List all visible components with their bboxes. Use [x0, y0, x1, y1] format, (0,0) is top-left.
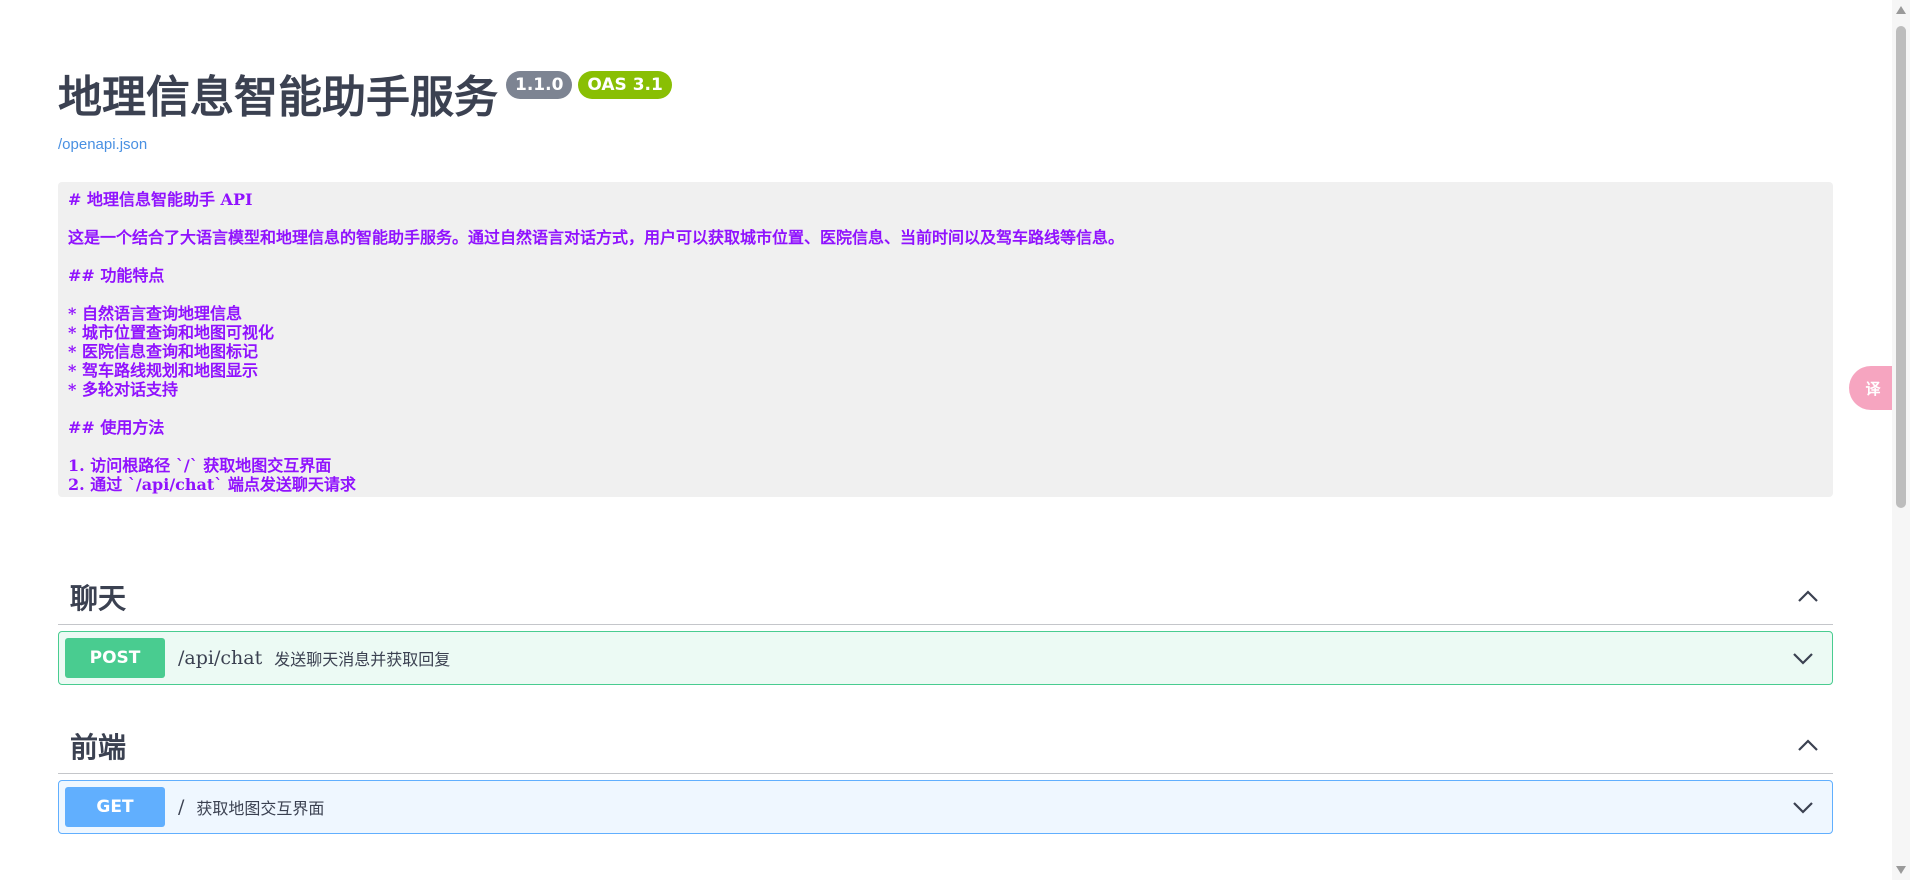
tag-section-frontend: 前端 GET / 获取地图交互界面 [58, 718, 1833, 834]
chevron-down-icon[interactable] [1790, 794, 1816, 820]
description-line: 1. 访问根路径 `/` 获取地图交互界面 [68, 456, 332, 475]
scrollbar-thumb[interactable] [1896, 26, 1906, 508]
oas-badge: OAS 3.1 [578, 71, 672, 99]
version-badge: 1.1.0 [506, 71, 573, 99]
page-title: 地理信息智能助手服务 [58, 72, 498, 123]
operation-path: /api/chat [178, 647, 263, 669]
scroll-up-arrow-icon[interactable] [1896, 6, 1906, 14]
api-description: # 地理信息智能助手 API 这是一个结合了大语言模型和地理信息的智能助手服务。… [58, 182, 1833, 497]
tag-title: 聊天 [70, 581, 127, 615]
description-blank-line [68, 437, 1823, 456]
chevron-down-icon[interactable] [1790, 645, 1816, 671]
description-line: * 多轮对话支持 [68, 380, 178, 399]
chevron-up-icon[interactable] [1795, 733, 1821, 759]
description-line: 2. 通过 `/api/chat` 端点发送聊天请求 [68, 475, 356, 494]
description-line: 这是一个结合了大语言模型和地理信息的智能助手服务。通过自然语言对话方式，用户可以… [68, 228, 1125, 247]
description-blank-line [68, 285, 1823, 304]
tag-section-chat: 聊天 POST /api/chat 发送聊天消息并获取回复 [58, 569, 1833, 685]
translate-button[interactable]: 译 [1849, 366, 1897, 410]
operation-post-api-chat[interactable]: POST /api/chat 发送聊天消息并获取回复 [58, 631, 1833, 685]
operation-summary: 发送聊天消息并获取回复 [274, 650, 451, 669]
method-badge-post: POST [65, 638, 165, 678]
operation-summary: 获取地图交互界面 [196, 799, 325, 818]
description-line: ## 功能特点 [68, 266, 165, 285]
method-badge-get: GET [65, 787, 165, 827]
translate-icon: 译 [1865, 379, 1881, 398]
description-blank-line [68, 209, 1823, 228]
tag-title: 前端 [70, 730, 127, 764]
description-line: # 地理信息智能助手 API [68, 190, 253, 209]
description-blank-line [68, 399, 1823, 418]
description-line: ## 使用方法 [68, 418, 165, 437]
chevron-up-icon[interactable] [1795, 584, 1821, 610]
description-line: * 驾车路线规划和地图显示 [68, 361, 258, 380]
scroll-down-arrow-icon[interactable] [1896, 866, 1906, 874]
description-line: * 自然语言查询地理信息 [68, 304, 242, 323]
description-line: * 医院信息查询和地图标记 [68, 342, 258, 361]
description-blank-line [68, 247, 1823, 266]
operation-get-root[interactable]: GET / 获取地图交互界面 [58, 780, 1833, 834]
vertical-scrollbar[interactable] [1892, 0, 1910, 880]
info-title: 地理信息智能助手服务 1.1.0 OAS 3.1 [58, 70, 672, 126]
tag-header-frontend[interactable]: 前端 [58, 718, 1833, 774]
operation-path: / [178, 796, 185, 818]
description-line: * 城市位置查询和地图可视化 [68, 323, 274, 342]
openapi-json-link[interactable]: /openapi.json [58, 136, 147, 153]
tag-header-chat[interactable]: 聊天 [58, 569, 1833, 625]
